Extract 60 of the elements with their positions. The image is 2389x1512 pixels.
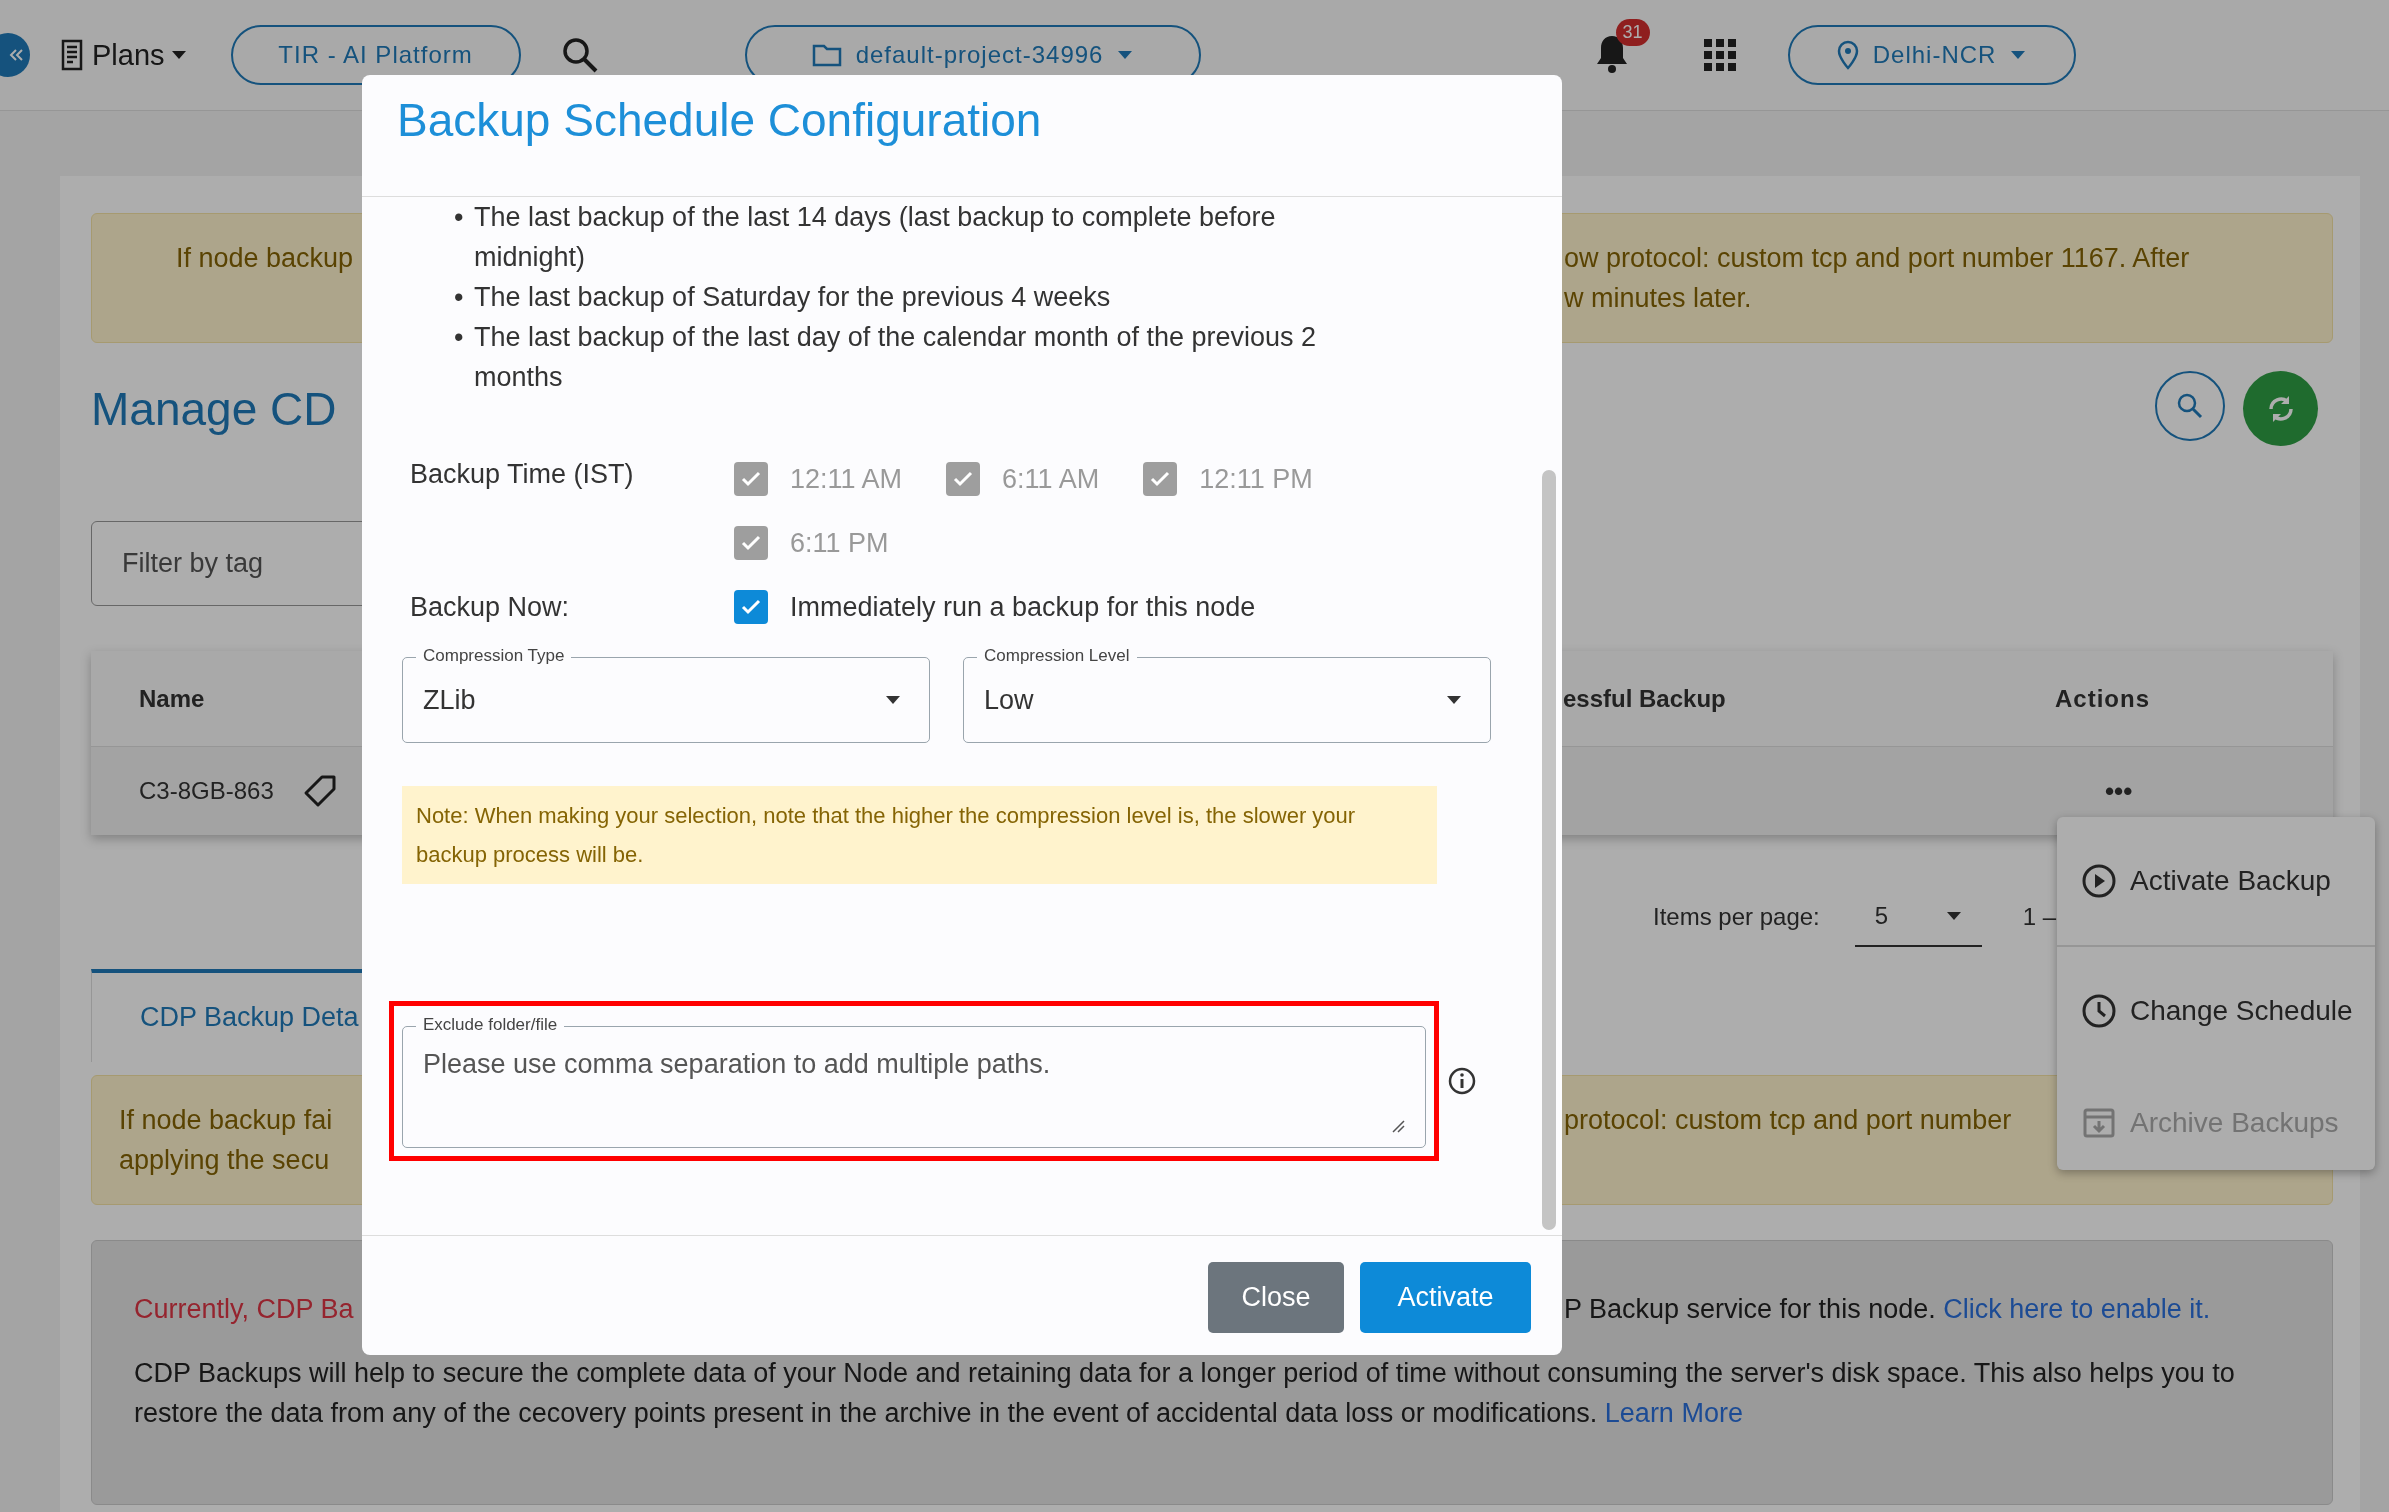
search-icon[interactable] — [560, 36, 599, 74]
learn-more-link[interactable]: Learn More — [1604, 1398, 1743, 1428]
caret-icon — [1446, 695, 1462, 705]
banner-text: protocol: custom tcp and port number — [1564, 1105, 2012, 1135]
enable-link[interactable]: Click here to enable it. — [1943, 1294, 2211, 1324]
page-size-label: Items per page: — [1653, 903, 1820, 931]
caret-icon — [1117, 50, 1134, 60]
caret-icon — [1945, 911, 1962, 921]
retention-item: The last backup of the last 14 days (last backup to complete before midnight) — [474, 201, 1277, 274]
caret-icon — [2010, 50, 2027, 60]
field-label: Backup Time (IST) — [410, 458, 635, 491]
page-range: 1 – — [2022, 903, 2057, 931]
note-text: Note: When making your selection, note that the higher the compression level is, the slower your backup process will be. — [402, 786, 1437, 884]
description-text: CDP Backups will help to secure the complete data of your Node and retaining data for a longer period of time without consuming the server's disk space. This also helps you to restore the data from any of the cecovery points present in the archive in the event of accidental data loss or modifications. Learn More — [134, 1357, 2236, 1430]
bullet-mark: • — [454, 201, 465, 234]
scrollbar[interactable] — [1542, 470, 1556, 1230]
play-circle-icon — [2082, 864, 2116, 898]
checkbox-label: 6:11 AM — [1002, 463, 1100, 495]
notification-badge: 31 — [1615, 19, 1650, 46]
search-icon — [2176, 392, 2204, 420]
close-button[interactable]: Close — [1208, 1262, 1344, 1333]
plans-menu[interactable]: Plans — [58, 38, 187, 72]
status-text: P Backup service for this node. — [1564, 1294, 1936, 1324]
retention-item: The last backup of the last day of the calendar month of the previous 2 months — [474, 321, 1317, 394]
region-selector[interactable]: Delhi-NCR — [1787, 25, 2076, 85]
menu-item[interactable]: Change Schedule — [2057, 945, 2375, 1075]
retention-item: The last backup of Saturday for the previous 4 weeks — [474, 281, 1112, 314]
folder-icon — [811, 43, 842, 67]
checkbox-label: 12:11 PM — [1199, 463, 1313, 495]
search-button[interactable] — [2155, 371, 2225, 441]
banner-text: If node backup fai — [119, 1104, 334, 1137]
dialog-title: Backup Schedule Configuration — [397, 94, 1042, 146]
column-header: essful Backup — [1563, 684, 1727, 713]
resize-grip-icon[interactable] — [1391, 1119, 1405, 1133]
banner-text: w minutes later. — [1564, 282, 1753, 315]
banner-text: ow protocol: custom tcp and port number 1167. After — [1564, 242, 2191, 275]
page-size-select[interactable]: 5 — [1854, 887, 1982, 947]
caret-icon — [170, 50, 187, 60]
more-actions-button[interactable]: ••• — [2105, 775, 2389, 807]
page-title: Manage CD — [91, 381, 338, 437]
bullet-mark: • — [454, 281, 465, 314]
caret-icon — [885, 695, 901, 705]
status-text: Currently, CDP Ba — [134, 1293, 355, 1326]
column-header: Name — [139, 684, 205, 713]
apps-grid-icon[interactable] — [1703, 39, 1736, 71]
checkbox[interactable] — [734, 590, 768, 624]
banner-text: If node backup — [176, 243, 354, 273]
checkbox-label: 6:11 PM — [790, 527, 889, 559]
checkbox-label: Immediately run a backup for this node — [790, 591, 1256, 623]
info-icon[interactable] — [1447, 1066, 1477, 1096]
clock-icon — [2082, 994, 2116, 1028]
banner-text: applying the secu — [119, 1144, 331, 1177]
column-header: Actions — [2055, 684, 2150, 713]
menu-item[interactable]: Activate Backup — [2057, 817, 2375, 945]
bullet-mark: • — [454, 321, 465, 354]
checkbox-label: 12:11 AM — [790, 463, 903, 495]
double-chevron-icon — [8, 47, 24, 63]
activate-button[interactable]: Activate — [1360, 1262, 1531, 1333]
location-pin-icon — [1836, 40, 1859, 70]
table-cell: C3-8GB-863 — [139, 777, 274, 805]
